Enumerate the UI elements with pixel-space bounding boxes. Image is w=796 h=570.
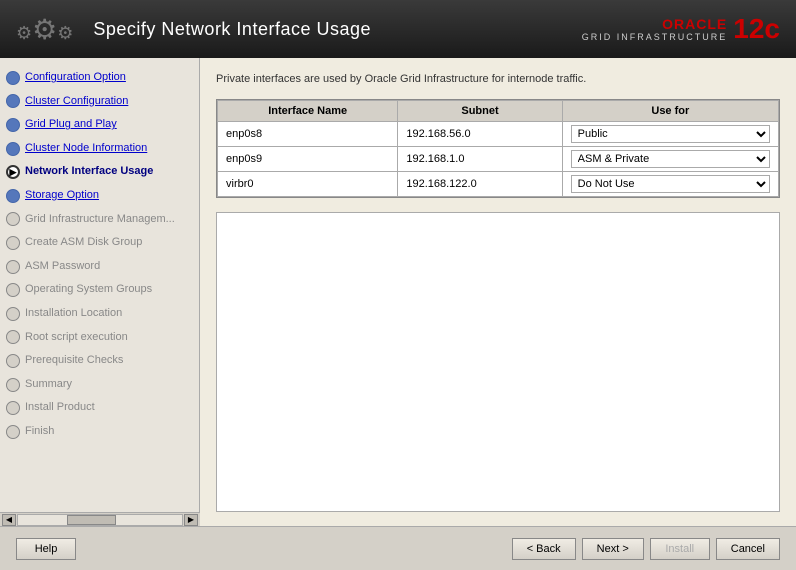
content-description: Private interfaces are used by Oracle Gr… xyxy=(216,72,780,87)
col-header-subnet: Subnet xyxy=(398,101,562,122)
interface-table: Interface Name Subnet Use for enp0s8192.… xyxy=(217,100,779,197)
cancel-button[interactable]: Cancel xyxy=(716,538,780,560)
gear-icons: ⚙ ⚙ ⚙ xyxy=(16,13,73,46)
table-row: virbr0192.168.122.0 PublicASM & PrivatePr… xyxy=(218,172,779,197)
sidebar-label-storage-option: Storage Option xyxy=(25,187,99,205)
content-area: Private interfaces are used by Oracle Gr… xyxy=(200,58,796,526)
sidebar-label-grid-plug-and-play: Grid Plug and Play xyxy=(25,116,117,134)
sidebar-label-create-asm-disk-group: Create ASM Disk Group xyxy=(25,234,142,252)
sidebar-item-prerequisite-checks: Prerequisite Checks xyxy=(0,349,199,373)
sidebar-label-cluster-node-information: Cluster Node Information xyxy=(25,140,147,158)
sidebar-label-installation-location: Installation Location xyxy=(25,305,122,323)
sidebar-item-operating-system-groups: Operating System Groups xyxy=(0,278,199,302)
sidebar-item-create-asm-disk-group: Create ASM Disk Group xyxy=(0,231,199,255)
sidebar-label-cluster-configuration: Cluster Configuration xyxy=(25,93,128,111)
sidebar-label-asm-password: ASM Password xyxy=(25,258,100,276)
sidebar-label-grid-infrastructure-management: Grid Infrastructure Managem... xyxy=(25,211,175,229)
sidebar-label-root-script-execution: Root script execution xyxy=(25,329,128,347)
install-button[interactable]: Install xyxy=(650,538,710,560)
interface-name-cell: virbr0 xyxy=(218,172,398,197)
oracle-logo: ORACLE GRID INFRASTRUCTURE 12c xyxy=(582,15,780,43)
small-gear-icon-2: ⚙ xyxy=(57,23,73,44)
sidebar-item-root-script-execution: Root script execution xyxy=(0,326,199,350)
use-for-cell[interactable]: PublicASM & PrivatePrivateASMDo Not Use xyxy=(562,172,778,197)
sidebar-label-operating-system-groups: Operating System Groups xyxy=(25,281,152,299)
sidebar-label-install-product: Install Product xyxy=(25,399,95,417)
sidebar-item-grid-plug-and-play[interactable]: Grid Plug and Play xyxy=(0,113,199,137)
small-gear-icon: ⚙ xyxy=(16,23,32,44)
scroll-left-arrow[interactable]: ◀ xyxy=(2,514,16,526)
subnet-cell: 192.168.1.0 xyxy=(398,147,562,172)
scroll-thumb[interactable] xyxy=(67,515,116,525)
header: ⚙ ⚙ ⚙ Specify Network Interface Usage OR… xyxy=(0,0,796,58)
subnet-cell: 192.168.122.0 xyxy=(398,172,562,197)
footer: Help < Back Next > Install Cancel xyxy=(0,526,796,570)
interface-name-cell: enp0s9 xyxy=(218,147,398,172)
sidebar-item-install-product: Install Product xyxy=(0,396,199,420)
sidebar-scrollbar-container[interactable]: ◀ ▶ xyxy=(0,512,200,526)
oracle-brand-text: ORACLE xyxy=(662,16,727,32)
interface-table-wrapper: Interface Name Subnet Use for enp0s8192.… xyxy=(216,99,780,198)
table-row: enp0s8192.168.56.0 PublicASM & PrivatePri… xyxy=(218,122,779,147)
sidebar-item-grid-infrastructure-management: Grid Infrastructure Managem... xyxy=(0,208,199,232)
use-for-select-0[interactable]: PublicASM & PrivatePrivateASMDo Not Use xyxy=(571,125,770,143)
sidebar-item-storage-option[interactable]: Storage Option xyxy=(0,184,199,208)
sidebar-item-finish: Finish xyxy=(0,420,199,444)
notes-area xyxy=(216,212,780,512)
col-header-interface: Interface Name xyxy=(218,101,398,122)
table-row: enp0s9192.168.1.0 PublicASM & PrivatePriv… xyxy=(218,147,779,172)
oracle-version-text: 12c xyxy=(733,15,780,43)
scroll-right-arrow[interactable]: ▶ xyxy=(184,514,198,526)
sidebar-label-prerequisite-checks: Prerequisite Checks xyxy=(25,352,123,370)
sidebar-item-summary: Summary xyxy=(0,373,199,397)
use-for-cell[interactable]: PublicASM & PrivatePrivateASMDo Not Use xyxy=(562,122,778,147)
use-for-cell[interactable]: PublicASM & PrivatePrivateASMDo Not Use xyxy=(562,147,778,172)
sidebar-item-cluster-node-information[interactable]: Cluster Node Information xyxy=(0,137,199,161)
sidebar-item-installation-location: Installation Location xyxy=(0,302,199,326)
col-header-usefor: Use for xyxy=(562,101,778,122)
footer-left: Help xyxy=(16,538,76,560)
back-button[interactable]: < Back xyxy=(512,538,576,560)
oracle-subtitle-text: GRID INFRASTRUCTURE xyxy=(582,32,728,42)
sidebar-label-network-interface-usage: Network Interface Usage xyxy=(25,163,153,181)
sidebar-item-cluster-configuration[interactable]: Cluster Configuration xyxy=(0,90,199,114)
sidebar-label-finish: Finish xyxy=(25,423,54,441)
sidebar-item-configuration-option[interactable]: Configuration Option xyxy=(0,66,199,90)
main-container: Configuration Option Cluster Configuratio… xyxy=(0,58,796,526)
large-gear-icon: ⚙ xyxy=(32,13,57,46)
scroll-track[interactable] xyxy=(17,514,183,526)
help-button[interactable]: Help xyxy=(16,538,76,560)
subnet-cell: 192.168.56.0 xyxy=(398,122,562,147)
sidebar-item-network-interface-usage[interactable]: ▶Network Interface Usage xyxy=(0,160,199,184)
use-for-select-2[interactable]: PublicASM & PrivatePrivateASMDo Not Use xyxy=(571,175,770,193)
page-title: Specify Network Interface Usage xyxy=(93,19,371,40)
footer-right: < Back Next > Install Cancel xyxy=(512,538,780,560)
sidebar-label-configuration-option: Configuration Option xyxy=(25,69,126,87)
interface-name-cell: enp0s8 xyxy=(218,122,398,147)
next-button[interactable]: Next > xyxy=(582,538,644,560)
sidebar: Configuration Option Cluster Configuratio… xyxy=(0,58,200,526)
use-for-select-1[interactable]: PublicASM & PrivatePrivateASMDo Not Use xyxy=(571,150,770,168)
sidebar-item-asm-password: ASM Password xyxy=(0,255,199,279)
sidebar-label-summary: Summary xyxy=(25,376,72,394)
